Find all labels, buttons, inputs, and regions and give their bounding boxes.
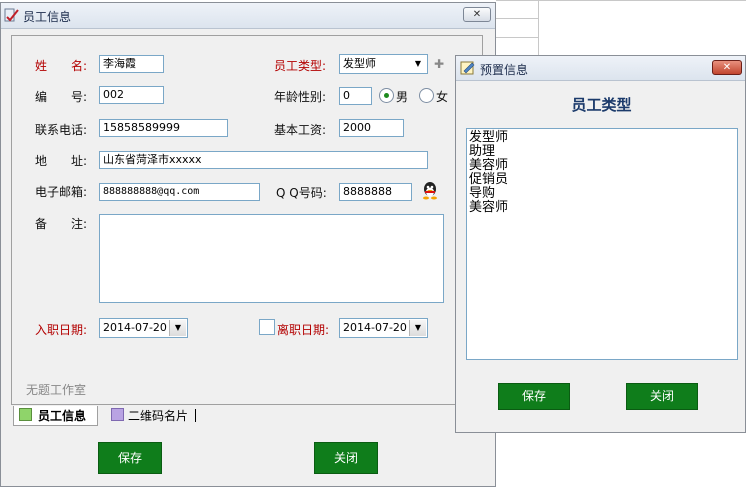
- leave-date-value: 2014-07-20: [343, 321, 407, 334]
- preset-window-title: 预置信息: [480, 63, 529, 77]
- list-item[interactable]: 促销员: [469, 173, 737, 187]
- preset-titlebar[interactable]: 预置信息 ✕: [456, 56, 745, 81]
- tab-employee-info[interactable]: 员工信息: [13, 406, 98, 426]
- leave-date-picker[interactable]: 2014-07-20 ▼: [339, 318, 428, 338]
- male-label: 男: [396, 90, 409, 104]
- tab-strip-divider: [11, 404, 483, 405]
- staff-type-select[interactable]: 发型师 ▼: [339, 54, 428, 74]
- edit-note-icon: [460, 61, 475, 75]
- main-window-title: 员工信息: [23, 10, 72, 24]
- tab-color-swatch: [111, 408, 124, 421]
- phone-label: 联系电话:: [35, 123, 88, 137]
- app-icon: [4, 8, 19, 22]
- staff-type-list[interactable]: 发型师 助理 美容师 促销员 导购 美容师: [466, 128, 738, 360]
- calendar-dropdown-icon[interactable]: ▼: [169, 320, 186, 336]
- address-label: 地 址:: [35, 154, 88, 168]
- staff-type-value: 发型师: [343, 57, 376, 70]
- studio-text: 无题工作室: [26, 383, 87, 397]
- tab-color-swatch: [19, 408, 32, 421]
- list-item[interactable]: 助理: [469, 145, 737, 159]
- age-field[interactable]: 0: [339, 87, 372, 105]
- leave-date-checkbox[interactable]: [259, 319, 275, 335]
- tab-label: 员工信息: [38, 409, 87, 423]
- list-item[interactable]: 美容师: [469, 159, 737, 173]
- form-panel: 姓 名: 李海霞 员工类型: 发型师 ▼ ✚ 编 号: 002 年龄性别: 0 …: [11, 35, 483, 405]
- close-button[interactable]: 关闭: [314, 442, 378, 474]
- address-field[interactable]: 山东省菏泽市xxxxx: [99, 151, 428, 169]
- list-item[interactable]: 导购: [469, 187, 737, 201]
- calendar-dropdown-icon[interactable]: ▼: [409, 320, 426, 336]
- female-label: 女: [436, 90, 449, 104]
- name-field[interactable]: 李海霞: [99, 55, 164, 73]
- female-radio[interactable]: [419, 88, 434, 103]
- number-field[interactable]: 002: [99, 86, 164, 104]
- main-close-icon[interactable]: ✕: [463, 7, 491, 22]
- chevron-down-icon[interactable]: ▼: [410, 56, 426, 72]
- employee-info-window: 员工信息 ✕ 姓 名: 李海霞 员工类型: 发型师 ▼ ✚ 编 号: 002 年…: [0, 2, 496, 487]
- preset-close-icon[interactable]: ✕: [712, 60, 742, 75]
- salary-field[interactable]: 2000: [339, 119, 404, 137]
- age-gender-label: 年龄性别:: [274, 90, 327, 104]
- tab-label: 二维码名片: [128, 409, 189, 423]
- qq-label: Q Q号码:: [276, 186, 327, 200]
- list-item[interactable]: 美容师: [469, 201, 737, 215]
- notes-label: 备 注:: [35, 217, 88, 231]
- hire-date-picker[interactable]: 2014-07-20 ▼: [99, 318, 188, 338]
- number-label: 编 号:: [35, 90, 88, 104]
- email-field[interactable]: 888888888@qq.com: [99, 183, 260, 201]
- male-radio[interactable]: [379, 88, 394, 103]
- hire-date-value: 2014-07-20: [103, 321, 167, 334]
- leave-date-label: 离职日期:: [277, 323, 330, 337]
- preset-close-button[interactable]: 关闭: [626, 383, 698, 410]
- notes-textarea[interactable]: [99, 214, 444, 303]
- salary-label: 基本工资:: [274, 123, 327, 137]
- qq-field[interactable]: 8888888: [339, 183, 412, 201]
- hire-date-label: 入职日期:: [35, 323, 88, 337]
- email-label: 电子邮箱:: [35, 185, 88, 199]
- preset-save-button[interactable]: 保存: [498, 383, 570, 410]
- name-label: 姓 名:: [35, 59, 88, 73]
- phone-field[interactable]: 15858589999: [99, 119, 228, 137]
- list-item[interactable]: 发型师: [469, 131, 737, 145]
- tab-qr-card[interactable]: 二维码名片: [111, 406, 201, 426]
- staff-type-label: 员工类型:: [274, 59, 327, 73]
- main-titlebar[interactable]: 员工信息 ✕: [1, 3, 495, 29]
- radio-selected-dot: [384, 93, 389, 98]
- preset-info-dialog: 预置信息 ✕ 员工类型 发型师 助理 美容师 促销员 导购 美容师 保存 关闭: [455, 55, 746, 433]
- tab-separator: [195, 409, 196, 422]
- preset-heading: 员工类型: [571, 96, 632, 114]
- qq-penguin-icon[interactable]: [421, 181, 439, 201]
- add-icon[interactable]: ✚: [434, 57, 444, 71]
- save-button[interactable]: 保存: [98, 442, 162, 474]
